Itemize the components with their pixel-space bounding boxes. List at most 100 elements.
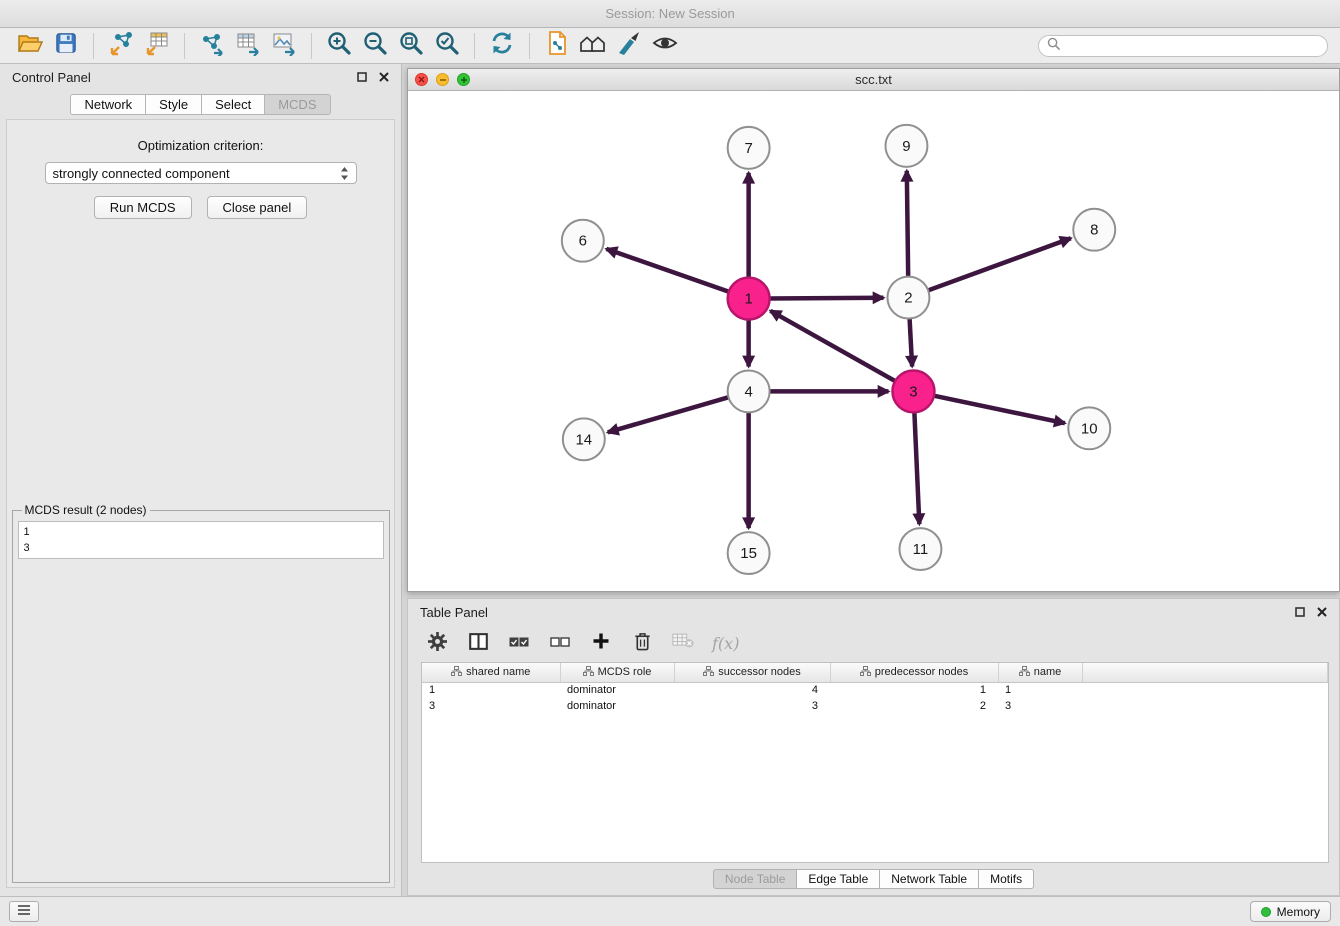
edge-2-3[interactable] [909,317,912,367]
column-header-predecessor-nodes[interactable]: predecessor nodes [830,663,998,682]
cell-predecessor-nodes[interactable]: 1 [830,682,998,698]
edge-1-2[interactable] [768,298,884,299]
edge-2-8[interactable] [926,238,1071,291]
cell-mcds-role[interactable]: dominator [560,682,674,698]
close-panel-icon[interactable] [379,70,389,85]
network-window-titlebar[interactable]: scc.txt [408,69,1339,91]
cell-filler [1082,682,1328,698]
tab-network[interactable]: Network [70,94,146,115]
float-panel-icon[interactable] [357,70,367,85]
cell-mcds-role[interactable]: dominator [560,698,674,714]
add-row-button[interactable] [589,632,613,656]
float-panel-icon[interactable] [1295,605,1305,620]
cell-shared-name[interactable]: 1 [422,682,560,698]
column-header-shared-name[interactable]: shared name [422,663,560,682]
graph-node-8[interactable]: 8 [1073,209,1115,251]
deselect-all-button[interactable] [548,632,572,656]
control-panel-title: Control Panel [12,70,91,85]
svg-text:4: 4 [744,383,752,400]
tab-style[interactable]: Style [146,94,202,115]
cell-name[interactable]: 1 [998,682,1082,698]
graph-node-7[interactable]: 7 [728,127,770,169]
zoom-window-icon[interactable] [457,73,470,86]
edge-3-10[interactable] [932,395,1065,423]
first-neighbors-button[interactable] [575,31,611,61]
criterion-dropdown[interactable]: strongly connected component [45,162,357,184]
delete-row-button[interactable] [630,632,654,656]
edge-4-14[interactable] [608,397,731,433]
zoom-out-button[interactable] [357,31,393,61]
graph-node-4[interactable]: 4 [728,370,770,412]
cell-shared-name[interactable]: 3 [422,698,560,714]
open-session-button[interactable] [12,31,48,61]
svg-text:7: 7 [744,140,752,157]
edge-1-6[interactable] [606,249,730,292]
export-image-button[interactable] [266,31,302,61]
control-panel-tabs: NetworkStyleSelectMCDS [0,94,401,115]
show-hide-button[interactable] [647,31,683,61]
search-input[interactable] [1065,39,1319,53]
table-settings-button[interactable] [425,632,449,656]
tab-edge-table[interactable]: Edge Table [797,869,880,889]
column-header-successor-nodes[interactable]: successor nodes [674,663,830,682]
cell-name[interactable]: 3 [998,698,1082,714]
minimize-window-icon[interactable] [436,73,449,86]
tab-select[interactable]: Select [202,94,265,115]
function-builder-button[interactable]: f(x) [712,632,739,656]
mcds-result-fieldset: MCDS result (2 nodes) 13 [12,503,390,883]
memory-button[interactable]: Memory [1250,901,1331,922]
edge-3-11[interactable] [914,410,919,524]
tab-mcds[interactable]: MCDS [265,94,330,115]
import-network-button[interactable] [103,31,139,61]
tab-motifs[interactable]: Motifs [979,869,1034,889]
svg-text:14: 14 [575,431,592,448]
task-history-button[interactable] [9,901,39,922]
export-table-button[interactable] [230,31,266,61]
column-header-name[interactable]: name [998,663,1082,682]
clone-network-button[interactable] [539,31,575,61]
search-box[interactable] [1038,35,1328,57]
close-panel-button[interactable]: Close panel [207,196,308,219]
toolbar-separator [184,33,185,59]
export-network-icon [199,30,225,61]
cell-successor-nodes[interactable]: 4 [674,682,830,698]
cell-predecessor-nodes[interactable]: 2 [830,698,998,714]
table-row[interactable]: 1dominator411 [422,682,1328,698]
graph-node-6[interactable]: 6 [562,220,604,262]
graph-node-10[interactable]: 10 [1068,407,1110,449]
cell-successor-nodes[interactable]: 3 [674,698,830,714]
mcds-result-list[interactable]: 13 [18,521,384,559]
zoom-in-button[interactable] [321,31,357,61]
close-window-icon[interactable] [415,73,428,86]
import-table-button[interactable] [139,31,175,61]
delete-table-button[interactable] [671,632,695,656]
save-session-button[interactable] [48,31,84,61]
mcds-result-title: MCDS result (2 nodes) [22,503,150,517]
refresh-view-button[interactable] [484,31,520,61]
table-header-row: shared nameMCDS rolesuccessor nodesprede… [422,663,1328,682]
graph-node-1[interactable]: 1 [728,278,770,320]
graph-node-9[interactable]: 9 [885,125,927,167]
memory-label: Memory [1277,905,1320,919]
edge-2-9[interactable] [907,171,908,279]
graph-node-2[interactable]: 2 [887,277,929,319]
edge-3-1[interactable] [770,311,897,382]
graph-node-15[interactable]: 15 [728,532,770,574]
export-network-button[interactable] [194,31,230,61]
apply-style-button[interactable] [611,31,647,61]
network-canvas[interactable]: 7 9 6 8 1 2 4 3 10 14 15 11 [408,91,1339,591]
run-mcds-button[interactable]: Run MCDS [94,196,192,219]
tab-network-table[interactable]: Network Table [880,869,979,889]
control-panel-header: Control Panel [0,64,401,90]
table-row[interactable]: 3dominator323 [422,698,1328,714]
graph-node-3[interactable]: 3 [892,370,934,412]
select-all-button[interactable] [507,632,531,656]
column-header-mcds-role[interactable]: MCDS role [560,663,674,682]
tab-node-table[interactable]: Node Table [713,869,798,889]
close-panel-icon[interactable] [1317,605,1327,620]
zoom-selected-button[interactable] [429,31,465,61]
zoom-fit-button[interactable] [393,31,429,61]
show-column-button[interactable] [466,632,490,656]
graph-node-11[interactable]: 11 [899,528,941,570]
graph-node-14[interactable]: 14 [563,418,605,460]
